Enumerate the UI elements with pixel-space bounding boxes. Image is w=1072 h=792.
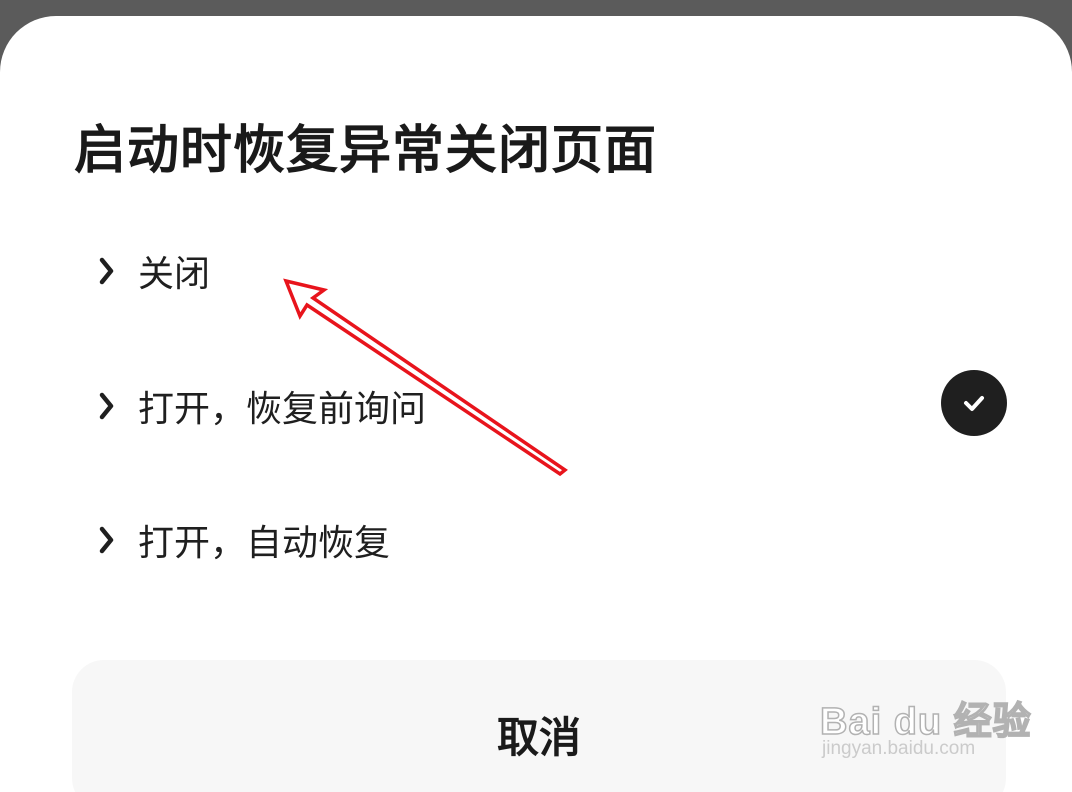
chevron-right-icon [99,257,114,285]
option-label: 关闭 [138,254,211,295]
bottom-sheet-dialog: 启动时恢复异常关闭页面 关闭 打开，恢复前询问 打开，自动恢复 取消 [0,16,1072,792]
chevron-right-icon [99,392,114,420]
option-open-ask[interactable]: 打开，恢复前询问 [96,376,1026,436]
chevron-right-icon [99,526,114,554]
cancel-button[interactable]: 取消 [72,660,1006,792]
option-label: 打开，自动恢复 [138,523,391,564]
option-open-auto[interactable]: 打开，自动恢复 [96,510,1026,570]
check-circle-icon [941,370,1007,436]
option-label: 打开，恢复前询问 [138,389,427,430]
option-close[interactable]: 关闭 [96,241,1026,301]
checkmark-icon [964,396,984,411]
dialog-title: 启动时恢复异常关闭页面 [74,121,658,181]
cancel-button-label: 取消 [496,713,581,762]
